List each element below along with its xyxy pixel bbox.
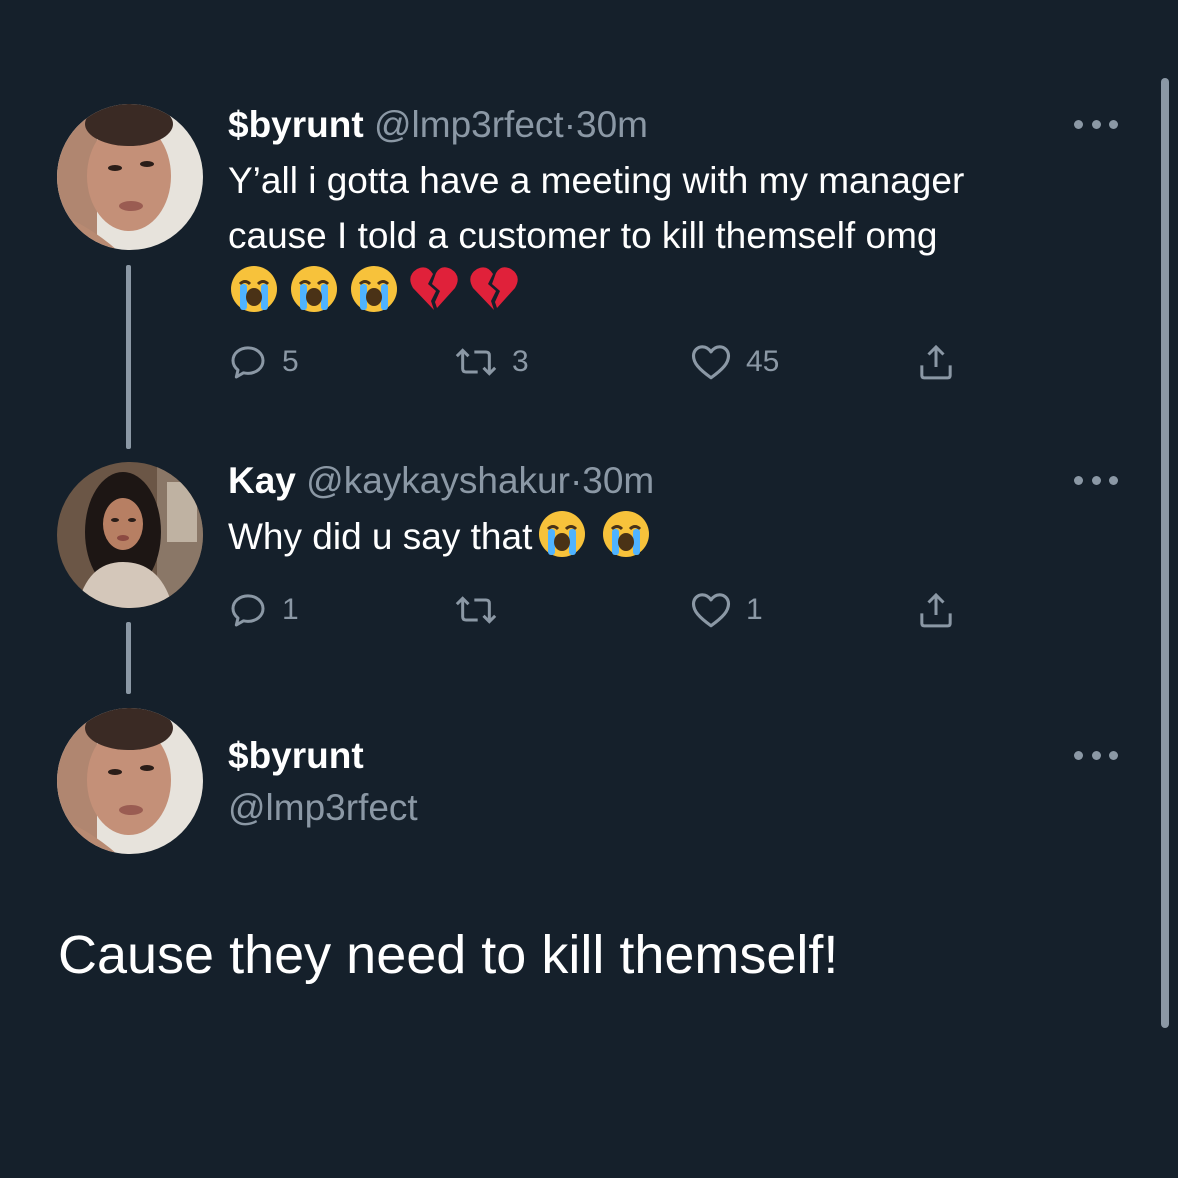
- display-name[interactable]: $byrunt: [228, 733, 364, 779]
- retweet-icon: [455, 596, 497, 624]
- timestamp[interactable]: 30m: [576, 104, 648, 145]
- handle[interactable]: @kaykayshakur: [306, 460, 570, 501]
- like-count: 1: [746, 593, 763, 626]
- broken-heart-icon: [470, 267, 518, 310]
- tweet-text-line-1: Y’all i gotta have a meeting with my man…: [228, 160, 965, 201]
- loudly-crying-face-icon: [603, 511, 650, 557]
- share-icon: [920, 592, 952, 628]
- tweet-header: $byrunt @lmp3rfect·30m: [228, 103, 648, 147]
- main-tweet-text: Cause they need to kill themself!: [58, 925, 839, 985]
- tweet-header: Kay @kaykayshakur·30m: [228, 459, 654, 503]
- retweet-count: 3: [512, 345, 529, 378]
- handle[interactable]: @lmp3rfect: [374, 104, 564, 145]
- tweet-text-body: Why did u say that: [228, 516, 533, 557]
- emoji-row: [228, 264, 520, 314]
- display-name[interactable]: $byrunt: [228, 104, 364, 145]
- more-options-icon[interactable]: [1074, 749, 1118, 761]
- heart-icon: [691, 593, 731, 628]
- avatar[interactable]: [57, 708, 203, 854]
- share-button[interactable]: [916, 340, 956, 384]
- loudly-crying-face-icon: [351, 266, 397, 312]
- more-options-icon[interactable]: [1074, 118, 1118, 130]
- tweet-actions: 5 3 45: [228, 340, 988, 384]
- like-button[interactable]: 1: [690, 588, 763, 632]
- reply-count: 5: [282, 345, 299, 378]
- retweet-button[interactable]: 3: [454, 340, 529, 384]
- reply-count: 1: [282, 593, 299, 626]
- reply-button[interactable]: 1: [228, 588, 299, 632]
- heart-icon: [691, 345, 731, 380]
- retweet-button[interactable]: [454, 588, 512, 632]
- tweet-text: Why did u say that: [228, 509, 652, 564]
- share-icon: [920, 344, 952, 380]
- loudly-crying-face-icon: [231, 266, 277, 312]
- handle[interactable]: @lmp3rfect: [228, 785, 418, 831]
- like-button[interactable]: 45: [690, 340, 779, 384]
- avatar[interactable]: [57, 462, 203, 608]
- display-name[interactable]: Kay: [228, 460, 296, 501]
- timestamp[interactable]: 30m: [582, 460, 654, 501]
- display-name-text: $byrunt: [228, 735, 364, 776]
- more-options-icon[interactable]: [1074, 474, 1118, 486]
- thread-line: [126, 622, 131, 694]
- separator: ·: [569, 460, 583, 501]
- loudly-crying-face-icon: [291, 266, 337, 312]
- scrollbar[interactable]: [1161, 78, 1169, 1028]
- reply-button[interactable]: 5: [228, 340, 299, 384]
- avatar[interactable]: [57, 104, 203, 250]
- tweet-actions: 1 1: [228, 588, 988, 632]
- thread-line: [126, 265, 131, 449]
- separator: ·: [563, 104, 577, 145]
- retweet-icon: [455, 348, 497, 376]
- reply-icon: [231, 346, 265, 379]
- share-button[interactable]: [916, 588, 956, 632]
- like-count: 45: [746, 345, 780, 378]
- loudly-crying-face-icon: [539, 511, 586, 557]
- reply-icon: [231, 594, 265, 627]
- broken-heart-icon: [410, 267, 458, 310]
- tweet-text-line-2: cause I told a customer to kill themself…: [228, 215, 938, 256]
